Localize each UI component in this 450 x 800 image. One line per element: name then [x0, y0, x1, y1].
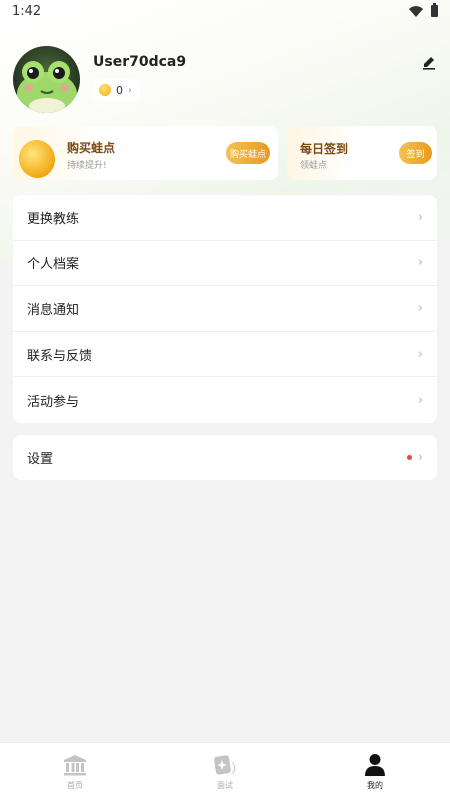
- bottom-tab-bar: 首页 面试 我的: [0, 742, 450, 800]
- chevron-right-icon: ›: [417, 209, 423, 225]
- tab-label: 面试: [217, 781, 233, 790]
- checkin-button[interactable]: 签到: [399, 142, 432, 164]
- chevron-right-icon: ›: [417, 255, 423, 271]
- chevron-right-icon: ›: [417, 450, 423, 465]
- menu-item-label: 个人档案: [27, 257, 80, 273]
- notification-dot: [406, 455, 412, 460]
- chevron-right-icon: ›: [417, 300, 423, 316]
- menu-item-label: 活动参与: [27, 394, 80, 410]
- menu-item-activities[interactable]: 活动参与 ›: [13, 377, 437, 423]
- promo-cards: 购买蛙点 持续提升! 购买蛙点 每日签到 领蛙点 签到: [13, 126, 437, 180]
- menu-item-label: 联系与反馈: [27, 348, 93, 364]
- coin-count: 0: [116, 83, 123, 97]
- frog-avatar-icon: [17, 61, 77, 113]
- menu-item-feedback[interactable]: 联系与反馈 ›: [13, 332, 437, 378]
- wifi-icon: [409, 6, 423, 17]
- checkin-card-subtitle: 领蛙点: [300, 161, 328, 171]
- bank-icon: [64, 755, 86, 776]
- tab-label: 首页: [67, 781, 83, 790]
- settings-menu: 更换教练 › 个人档案 › 消息通知 › 联系与反馈 › 活动参与 ›: [13, 195, 437, 423]
- edit-icon[interactable]: [421, 54, 437, 70]
- menu-item-change-coach[interactable]: 更换教练 ›: [13, 195, 437, 241]
- tab-interview[interactable]: 面试: [150, 743, 300, 800]
- buy-card-title: 购买蛙点: [67, 141, 116, 155]
- battery-icon: [431, 3, 438, 17]
- profile-header: User70dca9 0 ›: [13, 46, 437, 114]
- buy-card-subtitle: 持续提升!: [67, 161, 107, 171]
- coin-balance[interactable]: 0 ›: [93, 79, 140, 101]
- daily-checkin-card[interactable]: 每日签到 领蛙点 签到: [287, 126, 437, 180]
- menu-item-label: 设置: [27, 452, 54, 467]
- status-bar: 1:42: [0, 0, 450, 22]
- checkin-card-title: 每日签到: [300, 142, 349, 156]
- menu-item-profile[interactable]: 个人档案 ›: [13, 241, 437, 287]
- chevron-right-icon: ›: [128, 84, 132, 96]
- username: User70dca9: [93, 54, 187, 70]
- gold-coin-icon: [15, 136, 59, 180]
- buy-points-card[interactable]: 购买蛙点 持续提升! 购买蛙点: [13, 126, 278, 180]
- coin-icon: [99, 84, 111, 96]
- status-icons: [409, 3, 438, 17]
- tab-home[interactable]: 首页: [0, 743, 150, 800]
- settings-section: 设置 ›: [13, 435, 437, 480]
- tab-mine[interactable]: 我的: [300, 743, 450, 800]
- chevron-right-icon: ›: [417, 346, 423, 362]
- avatar[interactable]: [13, 46, 80, 113]
- settings-indicator: ›: [406, 450, 423, 465]
- menu-item-settings[interactable]: 设置 ›: [13, 435, 437, 480]
- chevron-right-icon: ›: [417, 392, 423, 408]
- menu-item-label: 消息通知: [27, 302, 80, 318]
- status-time: 1:42: [12, 3, 42, 19]
- menu-item-label: 更换教练: [27, 211, 80, 227]
- star-card-icon: [214, 755, 236, 776]
- user-icon: [365, 754, 385, 776]
- menu-item-notifications[interactable]: 消息通知 ›: [13, 286, 437, 332]
- buy-points-button[interactable]: 购买蛙点: [226, 142, 270, 164]
- tab-label: 我的: [367, 781, 383, 790]
